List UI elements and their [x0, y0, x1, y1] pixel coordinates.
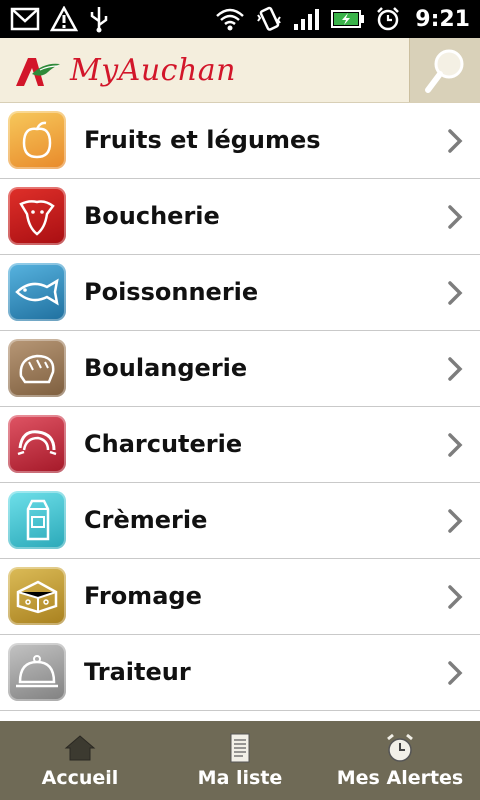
category-label: Fruits et légumes	[84, 126, 321, 154]
category-label: Crèmerie	[84, 506, 208, 534]
list-item[interactable]: Fruits et légumes	[0, 103, 480, 179]
bread-icon	[8, 339, 66, 397]
chevron-right-icon	[448, 585, 463, 609]
category-label: Boulangerie	[84, 354, 248, 382]
nav-ma-liste[interactable]: Ma liste	[160, 721, 320, 800]
category-label: Boucherie	[84, 202, 220, 230]
alert-icon	[50, 6, 78, 32]
cloche-icon	[8, 643, 66, 701]
alarm-icon	[377, 7, 400, 31]
chevron-right-icon	[448, 661, 463, 685]
category-label: Charcuterie	[84, 430, 243, 458]
nav-label: Accueil	[41, 767, 119, 789]
wifi-icon	[216, 8, 245, 31]
status-right: 9:21	[215, 4, 470, 34]
category-list: Fruits et légumes Boucherie Poissonnerie…	[0, 103, 480, 711]
list-item[interactable]: Fromage	[0, 559, 480, 635]
nav-label: Ma liste	[197, 767, 283, 789]
sausage-icon	[8, 415, 66, 473]
chevron-right-icon	[448, 129, 463, 153]
bottom-navigation: Accueil Ma liste Mes Alertes	[0, 721, 480, 800]
clock-time: 9:21	[415, 6, 470, 32]
list-item[interactable]: Crèmerie	[0, 483, 480, 559]
status-left	[10, 4, 110, 34]
battery-charging-icon	[331, 10, 365, 28]
fruits-icon	[8, 111, 66, 169]
chevron-right-icon	[448, 433, 463, 457]
list-item[interactable]: Boucherie	[0, 179, 480, 255]
nav-mes-alertes[interactable]: Mes Alertes	[320, 721, 480, 800]
usb-icon	[90, 7, 108, 33]
app-header: MyAuchan	[0, 38, 480, 103]
list-item[interactable]: Boulangerie	[0, 331, 480, 407]
chevron-right-icon	[448, 281, 463, 305]
search-button[interactable]	[409, 38, 480, 102]
chevron-right-icon	[448, 357, 463, 381]
fish-icon	[8, 263, 66, 321]
list-icon	[230, 733, 250, 763]
list-item[interactable]: Traiteur	[0, 635, 480, 711]
chevron-right-icon	[448, 205, 463, 229]
cow-icon	[8, 187, 66, 245]
search-icon	[425, 49, 464, 93]
auchan-bird-icon	[16, 58, 60, 86]
signal-icon	[294, 9, 320, 30]
nav-accueil[interactable]: Accueil	[0, 721, 160, 800]
home-icon	[64, 735, 96, 761]
nav-label: Mes Alertes	[336, 767, 464, 789]
category-label: Traiteur	[84, 658, 191, 686]
category-label: Poissonnerie	[84, 278, 259, 306]
chevron-right-icon	[448, 509, 463, 533]
list-item[interactable]: Charcuterie	[0, 407, 480, 483]
status-bar: 9:21	[0, 0, 480, 38]
vibrate-icon	[257, 6, 282, 31]
gmail-icon	[10, 7, 40, 31]
brand-logo[interactable]: MyAuchan	[14, 52, 236, 88]
list-item[interactable]: Poissonnerie	[0, 255, 480, 331]
brand-name: MyAuchan	[70, 52, 236, 88]
alarm-clock-icon	[387, 733, 413, 762]
milk-carton-icon	[8, 491, 66, 549]
cheese-icon	[8, 567, 66, 625]
category-label: Fromage	[84, 582, 202, 610]
